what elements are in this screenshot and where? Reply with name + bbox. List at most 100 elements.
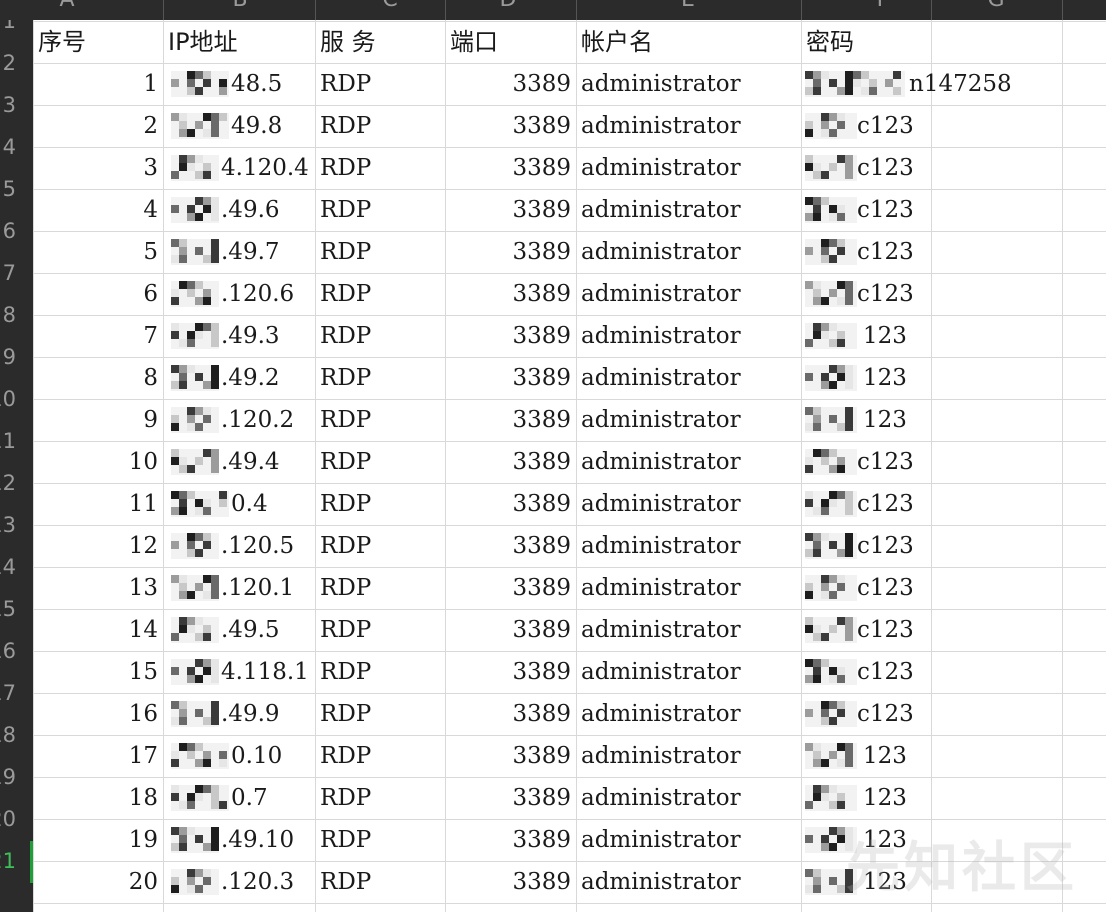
cell-password[interactable]: c123 <box>857 567 977 609</box>
cell-account[interactable]: administrator <box>581 189 796 231</box>
row-header-9[interactable]: 9 <box>0 336 16 378</box>
cell-index[interactable]: 11 <box>38 483 158 525</box>
cell-account[interactable]: administrator <box>581 399 796 441</box>
row-header-19[interactable]: 19 <box>0 756 16 798</box>
cell-port[interactable]: 3389 <box>450 651 571 693</box>
cell-account[interactable]: administrator <box>581 483 796 525</box>
row-header-3[interactable]: 3 <box>0 84 16 126</box>
cell-index[interactable]: 3 <box>38 147 158 189</box>
cell-service[interactable]: RDP <box>320 819 440 861</box>
cell-account[interactable]: administrator <box>581 525 796 567</box>
cell-index[interactable]: 18 <box>38 777 158 819</box>
cell-port[interactable]: 3389 <box>450 189 571 231</box>
column-header-c[interactable]: C <box>370 0 410 12</box>
cell-port[interactable]: 3389 <box>450 63 571 105</box>
cell-port[interactable]: 3389 <box>450 273 571 315</box>
cell-service[interactable]: RDP <box>320 357 440 399</box>
cell-account[interactable]: administrator <box>581 315 796 357</box>
row-header-6[interactable]: 6 <box>0 210 16 252</box>
cell-password[interactable]: c123 <box>857 147 977 189</box>
cell-port[interactable]: 3389 <box>450 483 571 525</box>
cell-service[interactable]: RDP <box>320 63 440 105</box>
row-header-13[interactable]: 13 <box>0 504 16 546</box>
cell-port[interactable]: 3389 <box>450 567 571 609</box>
row-header-2[interactable]: 2 <box>0 42 16 84</box>
cell-index[interactable]: 6 <box>38 273 158 315</box>
row-header-11[interactable]: 11 <box>0 420 16 462</box>
cell-password[interactable]: c123 <box>857 231 977 273</box>
column-header-f[interactable]: F <box>863 0 903 12</box>
cell-password[interactable]: c123 <box>857 651 977 693</box>
cell-index[interactable]: 19 <box>38 819 158 861</box>
cell-password[interactable]: c123 <box>857 483 977 525</box>
cell-account[interactable]: administrator <box>581 693 796 735</box>
cell-password[interactable]: c123 <box>857 441 977 483</box>
cell-index[interactable]: 17 <box>38 735 158 777</box>
cell-password[interactable]: c123 <box>857 693 977 735</box>
cell-service[interactable]: RDP <box>320 483 440 525</box>
cell-index[interactable]: 2 <box>38 105 158 147</box>
cell-index[interactable]: 4 <box>38 189 158 231</box>
cell-service[interactable]: RDP <box>320 777 440 819</box>
cell-port[interactable]: 3389 <box>450 693 571 735</box>
cell-port[interactable]: 3389 <box>450 819 571 861</box>
column-header-d[interactable]: D <box>488 0 528 12</box>
row-header-8[interactable]: 8 <box>0 294 16 336</box>
cell-port[interactable]: 3389 <box>450 105 571 147</box>
cell-index[interactable]: 12 <box>38 525 158 567</box>
cell-port[interactable]: 3389 <box>450 147 571 189</box>
column-header-g[interactable]: G <box>976 0 1016 12</box>
cell-index[interactable]: 20 <box>38 861 158 903</box>
row-header-21[interactable]: 21 <box>0 840 16 882</box>
row-header-10[interactable]: 10 <box>0 378 16 420</box>
cell-index[interactable]: 15 <box>38 651 158 693</box>
row-header-20[interactable]: 20 <box>0 798 16 840</box>
cell-account[interactable]: administrator <box>581 147 796 189</box>
cell-account[interactable]: administrator <box>581 777 796 819</box>
cell-port[interactable]: 3389 <box>450 399 571 441</box>
cell-service[interactable]: RDP <box>320 105 440 147</box>
row-header-16[interactable]: 16 <box>0 630 16 672</box>
row-header-1[interactable]: 1 <box>0 20 16 42</box>
cell-service[interactable]: RDP <box>320 735 440 777</box>
cell-password[interactable]: n147258 <box>909 63 1029 105</box>
row-header-18[interactable]: 18 <box>0 714 16 756</box>
cell-index[interactable]: 9 <box>38 399 158 441</box>
cell-account[interactable]: administrator <box>581 567 796 609</box>
cell-service[interactable]: RDP <box>320 189 440 231</box>
cell-account[interactable]: administrator <box>581 273 796 315</box>
cell-account[interactable]: administrator <box>581 63 796 105</box>
header-index[interactable]: 序号 <box>38 21 158 63</box>
cell-port[interactable]: 3389 <box>450 357 571 399</box>
cell-service[interactable]: RDP <box>320 525 440 567</box>
cell-index[interactable]: 5 <box>38 231 158 273</box>
cell-index[interactable]: 1 <box>38 63 158 105</box>
cell-port[interactable]: 3389 <box>450 231 571 273</box>
cell-index[interactable]: 16 <box>38 693 158 735</box>
cell-index[interactable]: 8 <box>38 357 158 399</box>
cell-password[interactable]: 123 <box>863 399 983 441</box>
cell-port[interactable]: 3389 <box>450 735 571 777</box>
cell-port[interactable]: 3389 <box>450 861 571 903</box>
cell-index[interactable]: 14 <box>38 609 158 651</box>
cell-account[interactable]: administrator <box>581 441 796 483</box>
header-ip-address[interactable]: IP地址 <box>168 21 310 63</box>
cell-service[interactable]: RDP <box>320 231 440 273</box>
cell-account[interactable]: administrator <box>581 735 796 777</box>
cell-password[interactable]: c123 <box>857 189 977 231</box>
row-header-4[interactable]: 4 <box>0 126 16 168</box>
cell-port[interactable]: 3389 <box>450 609 571 651</box>
cell-service[interactable]: RDP <box>320 693 440 735</box>
cell-account[interactable]: administrator <box>581 231 796 273</box>
cell-account[interactable]: administrator <box>581 819 796 861</box>
cell-port[interactable]: 3389 <box>450 525 571 567</box>
cell-password[interactable]: c123 <box>857 525 977 567</box>
cell-port[interactable]: 3389 <box>450 777 571 819</box>
cell-port[interactable]: 3389 <box>450 441 571 483</box>
cell-service[interactable]: RDP <box>320 567 440 609</box>
cell-service[interactable]: RDP <box>320 273 440 315</box>
cell-password[interactable]: 123 <box>863 735 983 777</box>
cell-service[interactable]: RDP <box>320 651 440 693</box>
cell-index[interactable]: 7 <box>38 315 158 357</box>
header-password[interactable]: 密码 <box>806 21 926 63</box>
